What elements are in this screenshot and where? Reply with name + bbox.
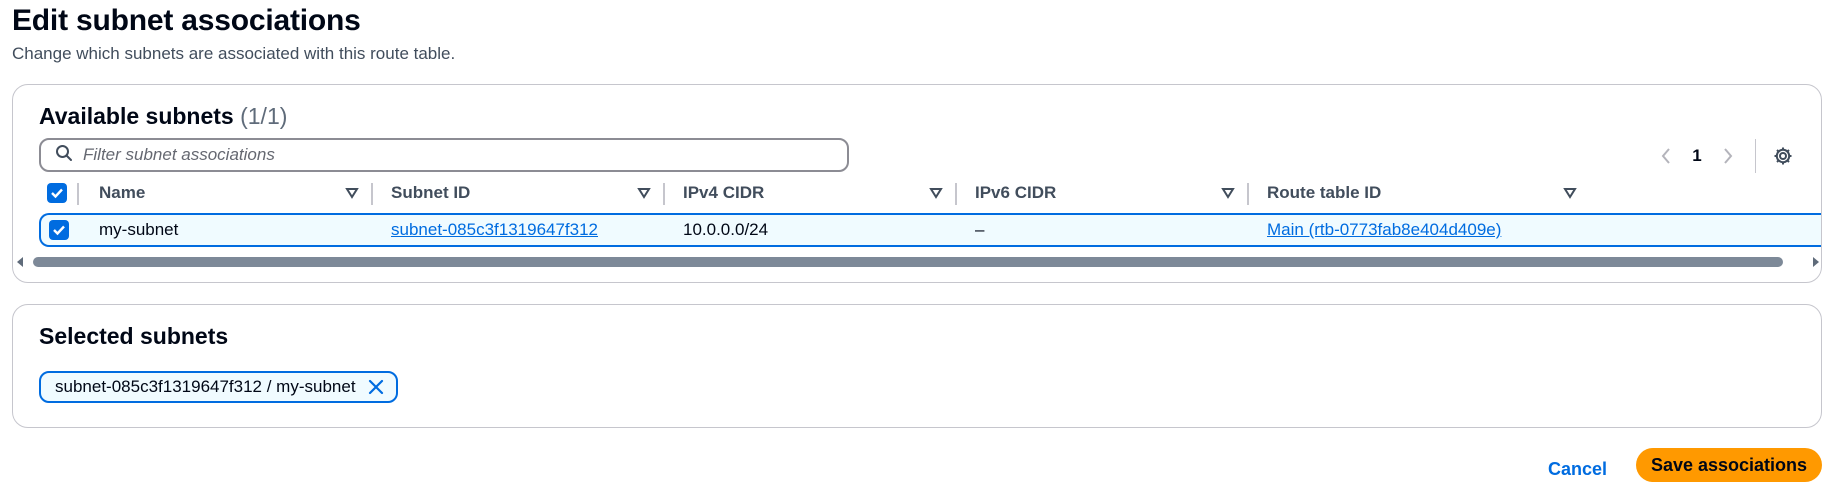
table-header: Name Subnet ID IPv4 CIDR IPv6 CIDR Route… — [39, 177, 1821, 209]
sort-icon[interactable] — [1221, 185, 1235, 205]
next-page-icon[interactable] — [1711, 139, 1745, 173]
scroll-right-icon[interactable] — [1811, 255, 1821, 273]
pager-divider — [1755, 139, 1756, 173]
page-description: Change which subnets are associated with… — [12, 44, 456, 63]
select-all-cell[interactable] — [47, 177, 67, 209]
available-subnets-panel: Available subnets (1/1) 1 — [12, 84, 1822, 283]
column-divider — [77, 183, 79, 205]
pagination: 1 — [1649, 139, 1800, 173]
cell-ipv6-cidr: – — [975, 220, 985, 239]
cancel-button[interactable]: Cancel — [1536, 452, 1619, 486]
column-header-label: IPv4 CIDR — [683, 183, 765, 202]
sort-icon[interactable] — [929, 185, 943, 205]
column-divider — [955, 183, 957, 205]
scrollbar-thumb[interactable] — [33, 257, 1783, 267]
sort-icon[interactable] — [637, 185, 651, 205]
cell-route-table-id: Main (rtb-0773fab8e404d409e) — [1267, 215, 1501, 245]
search-icon — [55, 144, 73, 167]
route-table-link[interactable]: Main (rtb-0773fab8e404d409e) — [1267, 220, 1501, 240]
column-header-label: Subnet ID — [391, 183, 471, 202]
previous-page-icon[interactable] — [1649, 139, 1683, 173]
row-checkbox[interactable] — [49, 220, 69, 240]
column-divider — [663, 183, 665, 205]
column-divider — [371, 183, 373, 205]
cell-name: my-subnet — [99, 220, 179, 239]
close-icon[interactable] — [368, 379, 384, 395]
column-header-route-table-id[interactable]: Route table ID — [1267, 177, 1587, 209]
column-header-label: IPv6 CIDR — [975, 183, 1057, 202]
page-title: Edit subnet associations — [12, 4, 361, 37]
column-header-subnet-id[interactable]: Subnet ID — [391, 177, 661, 209]
column-header-ipv4-cidr[interactable]: IPv4 CIDR — [683, 177, 953, 209]
page-number[interactable]: 1 — [1683, 146, 1711, 166]
available-subnets-title: Available subnets — [39, 103, 234, 129]
column-divider — [1247, 183, 1249, 205]
column-header-name[interactable]: Name — [99, 177, 369, 209]
horizontal-scrollbar[interactable] — [15, 253, 1821, 269]
column-header-label: Route table ID — [1267, 183, 1382, 202]
sort-icon[interactable] — [345, 185, 359, 205]
column-header-label: Name — [99, 183, 146, 202]
cell-subnet-id: subnet-085c3f1319647f312 — [391, 215, 598, 245]
cell-ipv4-cidr: 10.0.0.0/24 — [683, 220, 769, 239]
filter-input[interactable] — [83, 145, 823, 165]
column-header-ipv6-cidr[interactable]: IPv6 CIDR — [975, 177, 1245, 209]
available-subnets-heading: Available subnets (1/1) — [39, 103, 287, 130]
subnet-id-link[interactable]: subnet-085c3f1319647f312 — [391, 220, 598, 240]
token-label: subnet-085c3f1319647f312 / my-subnet — [55, 377, 356, 396]
table-row[interactable]: my-subnet subnet-085c3f1319647f312 10.0.… — [39, 213, 1821, 247]
select-all-checkbox[interactable] — [47, 183, 67, 203]
selected-subnets-heading: Selected subnets — [39, 323, 229, 349]
row-select-cell[interactable] — [49, 215, 69, 245]
available-subnets-count: (1/1) — [240, 103, 288, 129]
selected-subnet-token: subnet-085c3f1319647f312 / my-subnet — [39, 371, 398, 403]
scroll-left-icon[interactable] — [15, 255, 25, 273]
selected-subnets-panel: Selected subnets subnet-085c3f1319647f31… — [12, 304, 1822, 428]
save-associations-button[interactable]: Save associations — [1636, 448, 1822, 482]
sort-icon[interactable] — [1563, 185, 1577, 205]
gear-icon[interactable] — [1766, 139, 1800, 173]
filter-field[interactable] — [39, 138, 849, 172]
